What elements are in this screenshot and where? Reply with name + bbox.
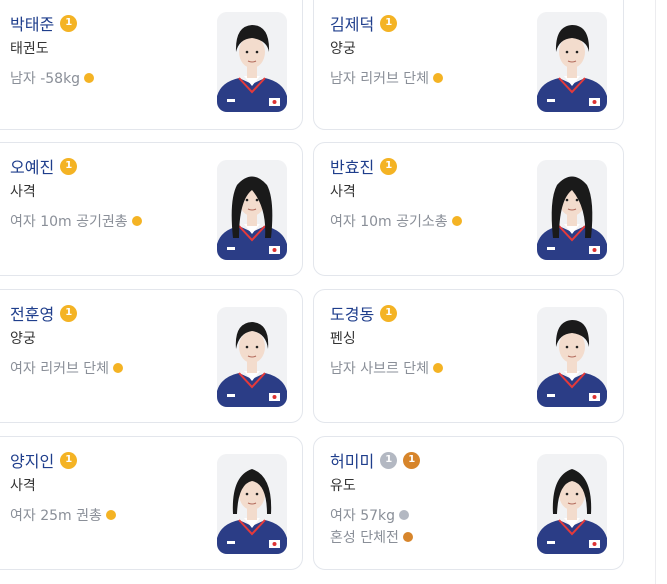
athlete-sport: 양궁 bbox=[10, 331, 36, 347]
athlete-photo[interactable] bbox=[537, 307, 607, 407]
athlete-event: 혼성 단체전 bbox=[330, 527, 413, 547]
athlete-sport: 양궁 bbox=[330, 41, 356, 57]
gold-medal-dot bbox=[84, 73, 95, 83]
bronze-medal-badge: 1 bbox=[403, 451, 421, 469]
event-label: 여자 57kg bbox=[330, 508, 396, 524]
event-label: 여자 리커브 단체 bbox=[10, 361, 110, 377]
athlete-name[interactable]: 허미미 bbox=[330, 448, 374, 472]
gold-medal-badge: 1 bbox=[60, 451, 78, 469]
athlete-event: 여자 10m 공기권총 bbox=[10, 211, 142, 231]
athlete-photo[interactable] bbox=[537, 454, 607, 554]
gold-medal-badge: 1 bbox=[380, 157, 398, 175]
bronze-medal-dot bbox=[402, 532, 413, 542]
athlete-name[interactable]: 김제덕 bbox=[330, 11, 374, 35]
gold-medal-badge: 1 bbox=[60, 304, 78, 322]
event-label: 여자 10m 공기권총 bbox=[10, 214, 128, 230]
athlete-event: 여자 10m 공기소총 bbox=[330, 211, 462, 231]
athlete-name-row: 허미미 1 1 bbox=[330, 448, 421, 472]
athlete-name-row: 양지인 1 bbox=[10, 448, 78, 472]
athlete-photo[interactable] bbox=[217, 307, 287, 407]
silver-medal-badge: 1 bbox=[380, 451, 398, 469]
athlete-sport: 태권도 bbox=[10, 41, 49, 57]
athlete-name-row: 도경동 1 bbox=[330, 301, 398, 325]
gold-medal-dot bbox=[113, 363, 124, 373]
athlete-name[interactable]: 오예진 bbox=[10, 154, 54, 178]
athlete-name[interactable]: 도경동 bbox=[330, 301, 374, 325]
athlete-name[interactable]: 전훈영 bbox=[10, 301, 54, 325]
athlete-photo[interactable] bbox=[217, 12, 287, 112]
athlete-name-row: 김제덕 1 bbox=[330, 11, 398, 35]
athlete-name-row: 박태준 1 bbox=[10, 11, 78, 35]
gold-medal-badge: 1 bbox=[60, 14, 78, 32]
gold-medal-badge: 1 bbox=[380, 304, 398, 322]
athlete-name-row: 전훈영 1 bbox=[10, 301, 78, 325]
athlete-sport: 사격 bbox=[330, 184, 356, 200]
gold-medal-dot bbox=[451, 216, 462, 226]
athlete-sport: 펜싱 bbox=[330, 331, 356, 347]
athlete-event: 여자 57kg bbox=[330, 505, 410, 525]
athlete-event: 여자 25m 권총 bbox=[10, 505, 116, 525]
athlete-name[interactable]: 반효진 bbox=[330, 154, 374, 178]
athlete-event: 남자 리커브 단체 bbox=[330, 68, 444, 88]
event-label: 남자 사브르 단체 bbox=[330, 361, 430, 377]
athlete-event: 남자 사브르 단체 bbox=[330, 358, 444, 378]
athlete-name-row: 반효진 1 bbox=[330, 154, 398, 178]
athlete-event: 남자 -58kg bbox=[10, 68, 95, 88]
event-label: 혼성 단체전 bbox=[330, 530, 399, 546]
athlete-photo[interactable] bbox=[537, 160, 607, 260]
athlete-photo[interactable] bbox=[217, 454, 287, 554]
athlete-event: 여자 리커브 단체 bbox=[10, 358, 124, 378]
gold-medal-badge: 1 bbox=[60, 157, 78, 175]
event-label: 남자 리커브 단체 bbox=[330, 71, 430, 87]
athlete-name[interactable]: 양지인 bbox=[10, 448, 54, 472]
athlete-photo[interactable] bbox=[537, 12, 607, 112]
athlete-name-row: 오예진 1 bbox=[10, 154, 78, 178]
gold-medal-dot bbox=[131, 216, 142, 226]
gold-medal-dot bbox=[433, 363, 444, 373]
athlete-sport: 유도 bbox=[330, 478, 356, 494]
event-label: 여자 25m 권총 bbox=[10, 508, 102, 524]
event-label: 남자 -58kg bbox=[10, 71, 81, 87]
athlete-photo[interactable] bbox=[217, 160, 287, 260]
scrollbar-track bbox=[655, 0, 656, 584]
gold-medal-dot bbox=[105, 510, 116, 520]
gold-medal-badge: 1 bbox=[380, 14, 398, 32]
athlete-sport: 사격 bbox=[10, 184, 36, 200]
athlete-name[interactable]: 박태준 bbox=[10, 11, 54, 35]
event-label: 여자 10m 공기소총 bbox=[330, 214, 448, 230]
athlete-sport: 사격 bbox=[10, 478, 36, 494]
gold-medal-dot bbox=[433, 73, 444, 83]
silver-medal-dot bbox=[399, 510, 410, 520]
page-scrollbar[interactable] bbox=[645, 0, 667, 584]
